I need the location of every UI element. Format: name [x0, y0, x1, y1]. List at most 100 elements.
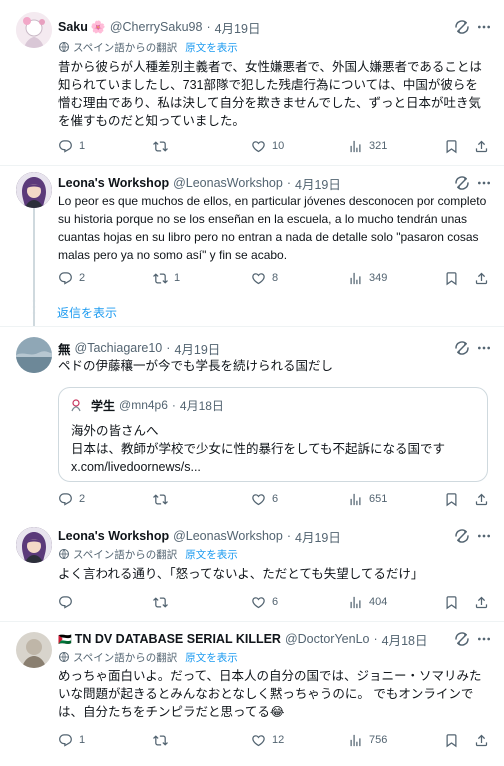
post-3[interactable]: 無 @Tachiagare10 · 4月19日 ペドの伊藤穰一が今でも学長を続け…: [0, 327, 504, 517]
more-icon[interactable]: [476, 175, 492, 191]
more-icon[interactable]: [476, 340, 492, 356]
timestamp[interactable]: 4月18日: [382, 630, 428, 648]
avatar[interactable]: [16, 172, 52, 208]
cherry-blossom-emoji: 🌸: [90, 20, 106, 34]
avatar-image: [16, 527, 52, 563]
repost-button[interactable]: [153, 138, 174, 154]
handle[interactable]: @LeonasWorkshop: [173, 529, 283, 543]
post-header: Leona's Workshop @LeonasWorkshop · 4月19日: [58, 527, 442, 545]
timestamp[interactable]: 4月19日: [295, 174, 341, 192]
grok-icon[interactable]: [454, 19, 470, 35]
post-2[interactable]: Leona's Workshop @LeonasWorkshop · 4月19日…: [0, 166, 504, 326]
handle[interactable]: @LeonasWorkshop: [173, 176, 283, 190]
avatar[interactable]: [16, 337, 52, 373]
share-button[interactable]: [474, 270, 489, 286]
display-name[interactable]: Leona's Workshop: [58, 176, 169, 190]
grok-icon[interactable]: [454, 340, 470, 356]
more-icon[interactable]: [476, 528, 492, 544]
quoted-post[interactable]: 学生 @mn4p6 · 4月18日 海外の皆さんへ 日本は、教師が学校で少女に性…: [58, 387, 488, 482]
views-button[interactable]: 651: [348, 491, 387, 507]
share-button[interactable]: [474, 594, 489, 610]
like-button[interactable]: 10: [251, 138, 284, 154]
avatar-image: [16, 172, 52, 208]
show-original-link[interactable]: 原文を表示: [185, 650, 238, 665]
share-icon: [474, 492, 489, 507]
views-count: 651: [369, 493, 388, 505]
views-button[interactable]: 349: [348, 270, 387, 286]
translation-note: スペイン語からの翻訳 原文を表示: [58, 650, 238, 664]
views-button[interactable]: 756: [348, 732, 387, 748]
share-button[interactable]: [474, 138, 489, 154]
post-4[interactable]: Leona's Workshop @LeonasWorkshop · 4月19日…: [0, 517, 504, 622]
share-button[interactable]: [474, 732, 489, 748]
timestamp[interactable]: 4月19日: [295, 527, 341, 545]
grok-icon[interactable]: [454, 631, 470, 647]
show-replies-link[interactable]: 返信を表示: [57, 304, 117, 321]
post-header: 無 @Tachiagare10 · 4月19日: [58, 339, 442, 357]
bookmark-button[interactable]: [444, 491, 459, 507]
grok-icon[interactable]: [454, 528, 470, 544]
avatar-image: [16, 632, 52, 668]
handle[interactable]: @DoctorYenLo: [285, 632, 370, 646]
post-text: よく言われる通り、「怒ってないよ、ただとても失望してるだけ」: [58, 567, 424, 581]
share-button[interactable]: [474, 491, 489, 507]
like-button[interactable]: 6: [251, 491, 278, 507]
display-name[interactable]: TN DV DATABASE SERIAL KILLER: [75, 632, 281, 646]
translate-icon: [58, 548, 70, 560]
repost-button[interactable]: 1: [153, 270, 180, 286]
like-button[interactable]: 8: [251, 270, 278, 286]
avatar[interactable]: [16, 632, 52, 668]
reply-button[interactable]: 1: [58, 138, 85, 154]
show-original-link[interactable]: 原文を表示: [185, 547, 238, 562]
reply-button[interactable]: 2: [58, 491, 85, 507]
quoted-handle[interactable]: @mn4p6: [119, 398, 168, 412]
handle[interactable]: @Tachiagare10: [75, 341, 163, 355]
bookmark-button[interactable]: [444, 270, 459, 286]
like-count: 8: [272, 272, 279, 284]
palestine-flag-emoji: 🇵🇸: [58, 633, 72, 646]
reply-button[interactable]: 2: [58, 270, 85, 286]
views-button[interactable]: 404: [348, 594, 387, 610]
handle[interactable]: @CherrySaku98: [110, 20, 203, 34]
views-count: 404: [369, 596, 388, 608]
quoted-display-name[interactable]: 学生: [91, 397, 115, 414]
timestamp[interactable]: 4月19日: [174, 339, 220, 357]
like-icon: [251, 139, 266, 154]
more-icon[interactable]: [476, 19, 492, 35]
repost-button[interactable]: [153, 594, 174, 610]
quoted-timestamp[interactable]: 4月18日: [180, 397, 224, 414]
repost-button[interactable]: [153, 491, 174, 507]
post-header: 🇵🇸 TN DV DATABASE SERIAL KILLER @DoctorY…: [58, 630, 442, 648]
like-button[interactable]: 12: [251, 732, 284, 748]
post-1[interactable]: Saku 🌸 @CherrySaku98 · 4月19日 スペイン語からの翻訳 …: [0, 0, 504, 166]
translation-label: スペイン語からの翻訳: [73, 41, 178, 54]
timestamp[interactable]: 4月19日: [215, 18, 261, 36]
more-icon[interactable]: [476, 631, 492, 647]
quoted-post-header: 学生 @mn4p6 · 4月18日: [69, 396, 224, 414]
views-button[interactable]: 321: [348, 138, 387, 154]
avatar[interactable]: [16, 527, 52, 563]
share-icon: [474, 733, 489, 748]
repost-button[interactable]: [153, 732, 174, 748]
bookmark-button[interactable]: [444, 732, 459, 748]
avatar[interactable]: [16, 12, 52, 48]
post-5[interactable]: 🇵🇸 TN DV DATABASE SERIAL KILLER @DoctorY…: [0, 622, 504, 766]
display-name[interactable]: 無: [58, 339, 71, 357]
display-name[interactable]: Leona's Workshop: [58, 529, 169, 543]
translate-icon: [58, 41, 70, 53]
action-bar: 6 404: [58, 594, 490, 610]
grok-icon[interactable]: [454, 175, 470, 191]
reply-button[interactable]: 1: [58, 732, 85, 748]
views-icon: [348, 271, 363, 286]
like-button[interactable]: 6: [251, 594, 278, 610]
reply-count: 1: [79, 140, 86, 152]
show-original-link[interactable]: 原文を表示: [185, 40, 238, 55]
quoted-avatar-icon: [69, 397, 85, 413]
display-name[interactable]: Saku: [58, 20, 88, 34]
like-icon: [251, 733, 266, 748]
quoted-post-text: 海外の皆さんへ 日本は、教師が学校で少女に性的暴行をしても不起訴になる国です x…: [71, 424, 446, 474]
reply-button[interactable]: [58, 594, 79, 610]
post-header: Leona's Workshop @LeonasWorkshop · 4月19日: [58, 174, 442, 192]
bookmark-button[interactable]: [444, 594, 459, 610]
bookmark-button[interactable]: [444, 138, 459, 154]
